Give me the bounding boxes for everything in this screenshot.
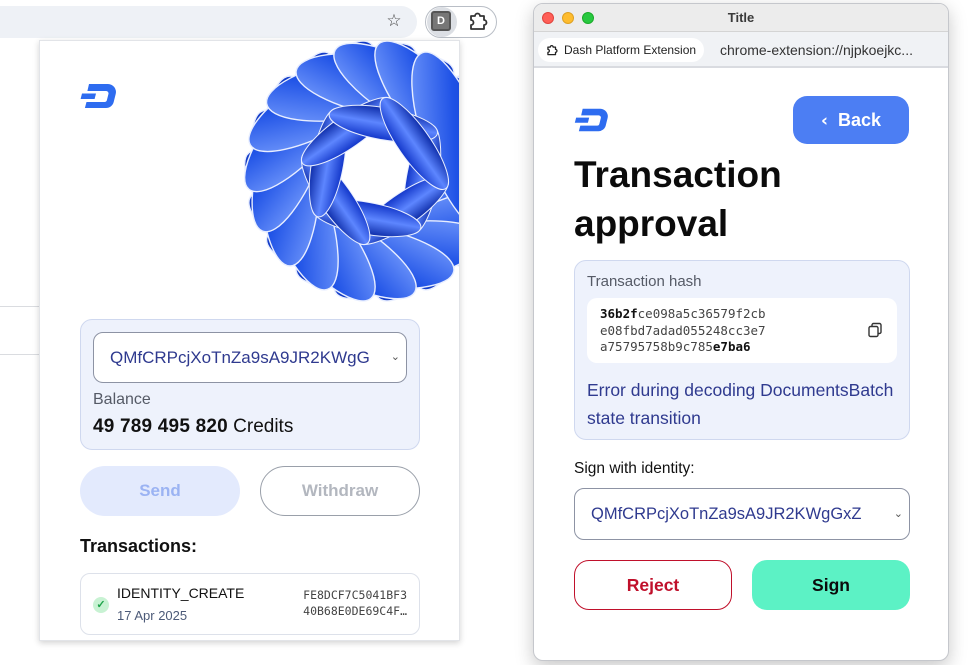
extension-name: Dash Platform Extension xyxy=(564,43,697,57)
extension-chip[interactable]: Dash Platform Extension xyxy=(538,38,705,62)
star-icon[interactable]: ☆ xyxy=(384,11,404,31)
balance-label: Balance xyxy=(93,391,151,408)
divider xyxy=(0,306,40,307)
address-bar[interactable] xyxy=(0,6,417,38)
success-check-icon: ✓ xyxy=(93,597,109,613)
identity-select[interactable]: QMfCRPcjXoTnZa9sA9JR2KWgG ⌄ xyxy=(93,332,407,383)
browser-toolbar: ☆ D xyxy=(0,0,498,40)
identity-select[interactable]: QMfCRPcjXoTnZa9sA9JR2KWgGxZ ⌄ xyxy=(574,488,910,540)
chevron-down-icon: ⌄ xyxy=(390,351,400,363)
popup-url-bar: Dash Platform Extension chrome-extension… xyxy=(534,32,948,68)
window-title: Title xyxy=(727,10,755,25)
maximize-window-button[interactable] xyxy=(582,12,594,24)
hero-illustration xyxy=(243,41,459,302)
transaction-hash-card: Transaction hash 36b2fce098a5c36579f2cb … xyxy=(574,260,910,440)
transaction-type: IDENTITY_CREATE xyxy=(117,585,245,601)
transactions-heading: Transactions: xyxy=(80,536,198,556)
balance-amount: 49 789 495 820 xyxy=(93,416,228,437)
hash-highlight: 36b2f xyxy=(600,306,638,321)
reject-button[interactable]: Reject xyxy=(574,560,732,610)
page-background xyxy=(0,40,40,356)
back-button-label: Back xyxy=(837,110,882,130)
dash-extension-icon[interactable]: D xyxy=(431,11,451,31)
transaction-hash-value[interactable]: 36b2fce098a5c36579f2cb e08fbd7adad055248… xyxy=(600,306,766,356)
balance-unit: Credits xyxy=(233,416,294,437)
close-window-button[interactable] xyxy=(542,12,554,24)
transaction-hash-line: 40B68E0DE69C4F… xyxy=(303,604,407,618)
hash-segment: e08fbd7adad055248cc3e7 xyxy=(600,322,766,338)
puzzle-icon xyxy=(547,45,558,56)
copy-icon[interactable] xyxy=(867,322,883,338)
divider xyxy=(0,354,40,355)
chevron-left-icon: ‹ xyxy=(820,111,828,131)
identity-select-value: QMfCRPcjXoTnZa9sA9JR2KWgG xyxy=(110,348,370,367)
transaction-hash-label: Transaction hash xyxy=(587,273,702,290)
hash-segment: a75795758b9c785 xyxy=(600,339,713,354)
window-titlebar: Title xyxy=(534,4,948,32)
error-message: Error during decoding DocumentsBatch sta… xyxy=(587,380,894,428)
send-button[interactable]: Send xyxy=(80,466,240,516)
transaction-hash-box: 36b2fce098a5c36579f2cb e08fbd7adad055248… xyxy=(587,298,897,363)
sign-button[interactable]: Sign xyxy=(752,560,910,610)
dash-logo-icon xyxy=(80,84,116,109)
transaction-hash: FE8DCF7C5041BF3 40B68E0DE69C4F… xyxy=(277,587,407,619)
minimize-window-button[interactable] xyxy=(562,12,574,24)
puzzle-icon[interactable] xyxy=(466,9,490,33)
transaction-hash-line: FE8DCF7C5041BF3 xyxy=(303,588,407,602)
withdraw-button[interactable]: Withdraw xyxy=(260,466,420,516)
transaction-item[interactable]: ✓ IDENTITY_CREATE 17 Apr 2025 FE8DCF7C50… xyxy=(80,573,420,635)
hash-highlight: e7ba6 xyxy=(712,339,751,354)
balance-value: 49 789 495 820 Credits xyxy=(93,416,293,438)
wallet-card: QMfCRPcjXoTnZa9sA9JR2KWgG ⌄ Balance 49 7… xyxy=(80,319,420,450)
back-button[interactable]: ‹ Back xyxy=(793,96,909,144)
sign-with-label: Sign with identity: xyxy=(574,460,695,477)
wallet-popup: QMfCRPcjXoTnZa9sA9JR2KWgG ⌄ Balance 49 7… xyxy=(39,40,460,641)
identity-select-value: QMfCRPcjXoTnZa9sA9JR2KWgGxZ xyxy=(591,505,862,523)
chevron-down-icon: ⌄ xyxy=(893,508,903,520)
approval-window: Title Dash Platform Extension chrome-ext… xyxy=(533,3,949,661)
dash-logo-icon xyxy=(574,108,608,132)
transaction-date: 17 Apr 2025 xyxy=(117,608,188,623)
page-title: Transaction approval xyxy=(574,154,782,244)
hash-segment: ce098a5c36579f2cb xyxy=(637,306,766,321)
url-text: chrome-extension://njpkoejkc... xyxy=(720,42,913,58)
